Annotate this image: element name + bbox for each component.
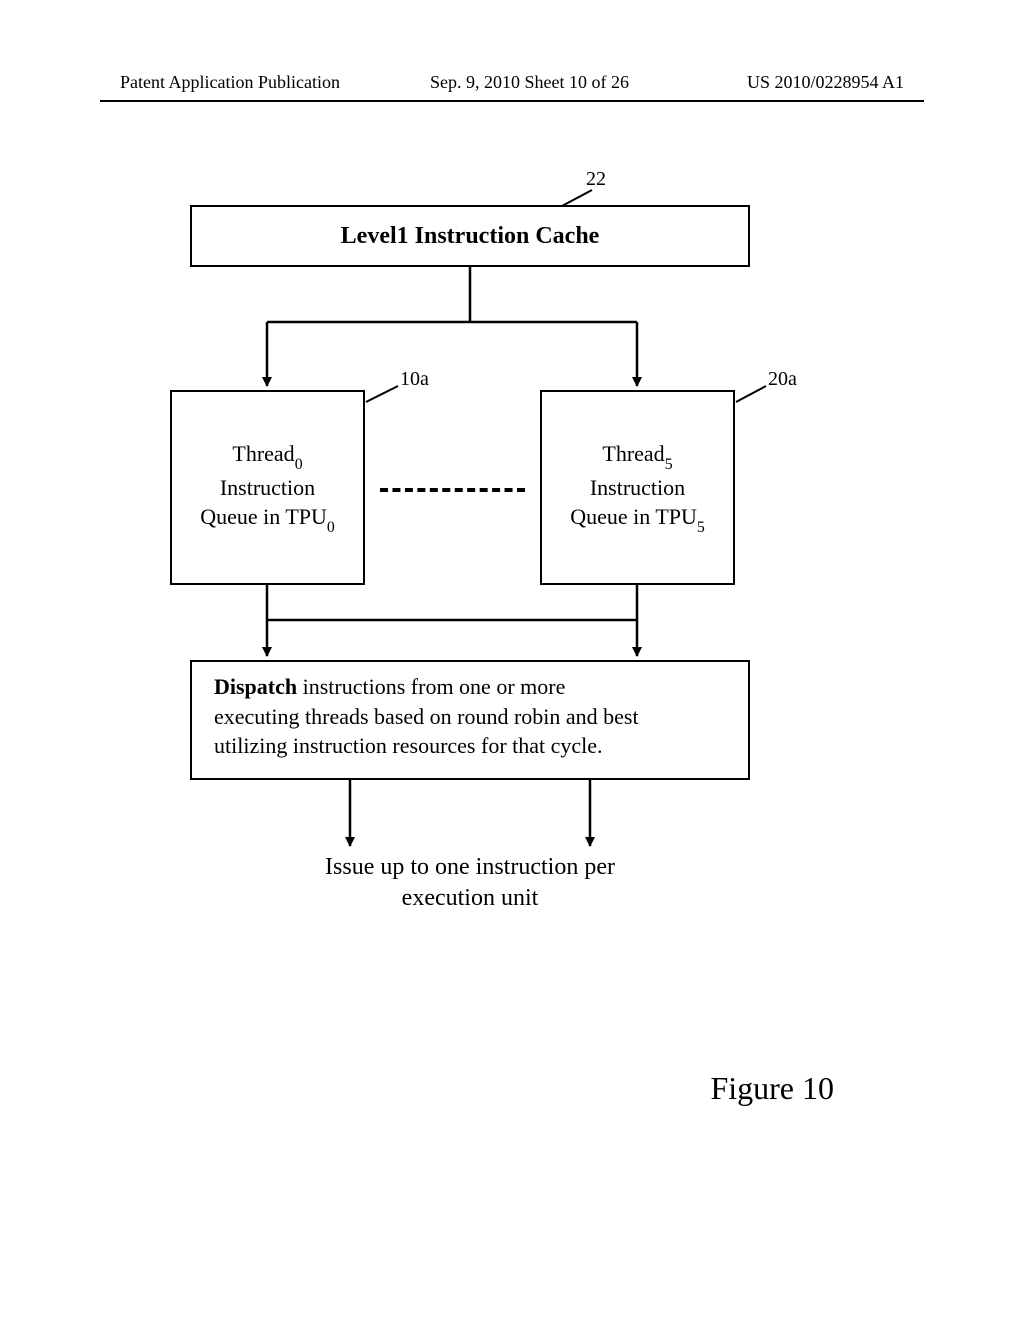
dispatch-line3: utilizing instruction resources for that… [214,731,603,761]
dispatch-rest1: instructions from one or more [297,674,565,699]
issue-line1: Issue up to one instruction per [260,852,680,883]
header-mid: Sep. 9, 2010 Sheet 10 of 26 [430,72,629,93]
thread5-line2: Instruction [590,473,685,503]
cache-title: Level1 Instruction Cache [341,220,600,252]
header-right: US 2010/0228954 A1 [747,72,904,93]
thread0-line1-pre: Thread [232,441,294,466]
dispatch-line1: Dispatch instructions from one or more [214,672,565,702]
ref-thread5: 20a [768,368,797,391]
thread0-box: Thread0 Instruction Queue in TPU0 [170,390,365,585]
thread5-line3: Queue in TPU5 [570,502,705,536]
dispatch-line2: executing threads based on round robin a… [214,702,639,732]
dispatch-bold: Dispatch [214,674,297,699]
thread0-line3-sub: 0 [327,519,335,536]
thread5-line1-sub: 5 [665,456,673,473]
thread0-line3: Queue in TPU0 [200,502,335,536]
ref-thread0: 10a [400,368,429,391]
issue-text: Issue up to one instruction per executio… [260,852,680,914]
ref-cache: 22 [586,168,606,191]
figure-label: Figure 10 [710,1070,834,1107]
thread0-line1: Thread0 [232,439,302,473]
thread5-line3-pre: Queue in TPU [570,504,697,529]
header-divider [100,100,924,102]
thread5-line3-sub: 5 [697,519,705,536]
thread0-line2: Instruction [220,473,315,503]
cache-box: Level1 Instruction Cache [190,205,750,267]
thread5-line1-pre: Thread [602,441,664,466]
dispatch-box: Dispatch instructions from one or more e… [190,660,750,780]
thread0-line3-pre: Queue in TPU [200,504,327,529]
ellipsis-dashdot [380,488,525,492]
header-left: Patent Application Publication [120,72,340,93]
thread0-line1-sub: 0 [295,456,303,473]
thread5-line1: Thread5 [602,439,672,473]
issue-line2: execution unit [260,883,680,914]
diagram-arrows [0,150,1024,1050]
thread5-box: Thread5 Instruction Queue in TPU5 [540,390,735,585]
